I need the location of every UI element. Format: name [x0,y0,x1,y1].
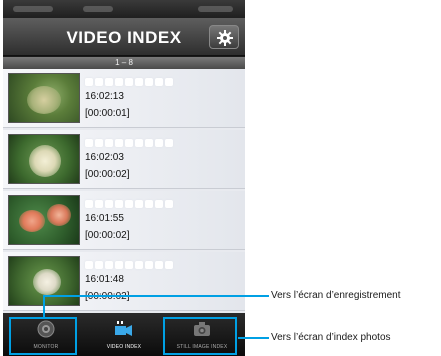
tab-label: VIDEO INDEX [106,344,142,350]
list-item[interactable]: 16:02:03 [00:00:02] [3,130,245,189]
video-duration: [00:00:02] [85,169,130,180]
tab-video-index[interactable]: VIDEO INDEX [88,316,160,354]
video-list[interactable]: 16:02:13 [00:00:01] 16:02:03 [00:00:02] … [3,69,245,313]
video-index-icon [115,321,132,336]
video-thumbnail [8,73,80,123]
gear-icon [217,30,233,46]
settings-button[interactable] [209,25,239,49]
callout-photo-index: Vers l’écran d’index photos [271,332,391,343]
callout-line-recording [43,295,269,297]
video-time: 16:01:48 [85,274,124,285]
list-item[interactable]: 16:02:13 [00:00:01] [3,69,245,128]
callout-recording: Vers l’écran d’enregistrement [271,290,401,301]
video-time: 16:02:13 [85,91,124,102]
video-time: 16:02:03 [85,152,124,163]
phone-screen: VIDEO INDEX 1 – 8 16:02:13 [00:00:01] 16… [3,0,245,356]
video-duration: [00:00:02] [85,230,130,241]
video-thumbnail [8,195,80,245]
still-image-tab-highlight [163,317,237,355]
list-item[interactable]: 16:01:55 [00:00:02] [3,191,245,250]
video-thumbnail [8,134,80,184]
title-bar: VIDEO INDEX [3,18,245,56]
list-item[interactable]: 16:01:48 [00:00:02] [3,252,245,311]
monitor-tab-highlight [9,317,77,355]
callout-line-recording [43,295,45,317]
video-duration: [00:00:01] [85,108,130,119]
range-indicator: 1 – 8 [3,57,245,69]
callout-line-photo-index [238,337,269,339]
status-bar [3,0,245,18]
video-time: 16:01:55 [85,213,124,224]
